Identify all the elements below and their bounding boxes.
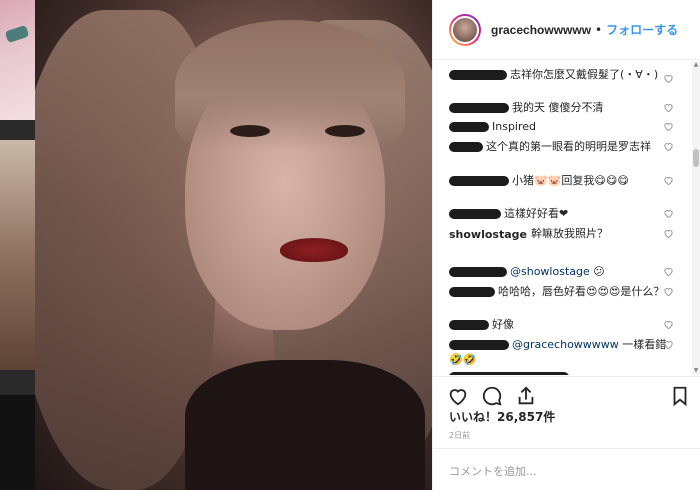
heart-icon[interactable]	[663, 121, 674, 132]
heart-icon[interactable]	[663, 228, 674, 239]
comment-scrollbar[interactable]: ▲ ▼	[692, 61, 700, 375]
heart-icon[interactable]	[447, 385, 469, 407]
comment-text: 小猪🐷🐷回复我😋😋😋	[512, 174, 629, 187]
redacted-username[interactable]	[449, 122, 489, 132]
comment-item: showlostage 幹嘛放我照片？	[449, 226, 677, 242]
heart-icon[interactable]	[663, 339, 674, 350]
comment-item: Inspired	[449, 119, 677, 134]
share-icon[interactable]	[515, 385, 537, 407]
scroll-thumb[interactable]	[693, 149, 699, 167]
comment-text: 这个真的第一眼看的明明是罗志祥	[486, 140, 651, 153]
backdrop-image-bottom	[0, 395, 35, 490]
heart-icon[interactable]	[663, 102, 674, 113]
follow-button[interactable]: フォローする	[606, 21, 678, 38]
add-comment-input[interactable]: コメントを追加...	[449, 463, 537, 479]
redacted-username[interactable]	[449, 320, 489, 330]
comment-text: 志祥你怎麼又戴假髮了(・∀・)	[510, 68, 659, 81]
comment-text: Inspired	[492, 120, 537, 133]
scroll-up-arrow[interactable]: ▲	[692, 61, 700, 69]
comment-list[interactable]: 志祥你怎麼又戴假髮了(・∀・) 我的天 傻傻分不清 Inspired 这个真的第…	[433, 61, 700, 375]
comment-text: 我的天 傻傻分不清	[512, 101, 604, 114]
comment-item: @showlostage 😕	[449, 264, 677, 279]
previous-post-backdrop	[0, 0, 35, 490]
comment-text: 幹嘛放我照片？	[531, 227, 608, 240]
heart-icon[interactable]	[663, 266, 674, 277]
backdrop-image-middle	[0, 140, 35, 370]
add-comment-bar: コメントを追加...	[433, 448, 700, 490]
redacted-username[interactable]	[449, 103, 509, 113]
post-username[interactable]: gracechowwwww	[491, 23, 591, 37]
comment-item: 小猪🐷🐷回复我😋😋😋	[449, 173, 677, 188]
backdrop-image-top	[0, 0, 35, 120]
heart-icon[interactable]	[663, 175, 674, 186]
comment-item: 哈哈哈，唇色好看😍😍😍是什么？	[449, 284, 677, 299]
bookmark-icon[interactable]	[669, 385, 691, 407]
redacted-username[interactable]	[449, 340, 509, 350]
redacted-username[interactable]	[449, 70, 507, 80]
redacted-username[interactable]	[449, 142, 483, 152]
scroll-down-arrow[interactable]: ▼	[692, 367, 700, 375]
comment-mention[interactable]: @showlostage	[510, 265, 590, 278]
comment-text: 😕	[593, 265, 605, 278]
comment-text: 這樣好好看❤	[504, 207, 569, 220]
redacted-username[interactable]	[449, 287, 495, 297]
comment-item: 好像	[449, 317, 677, 332]
heart-icon[interactable]	[663, 208, 674, 219]
comment-item: 這樣好好看❤	[449, 206, 677, 221]
comment-text: 好像	[492, 318, 514, 331]
redacted-username[interactable]	[449, 176, 509, 186]
post-timestamp: 2日前	[449, 431, 471, 440]
header-separator: •	[595, 22, 603, 37]
like-count[interactable]: いいね！26,857件	[449, 408, 555, 425]
comment-icon[interactable]	[481, 385, 503, 407]
comment-mention[interactable]: @gracechowwwww	[512, 338, 619, 351]
post-photo[interactable]	[35, 0, 432, 490]
comment-item: 我的天 傻傻分不清	[449, 100, 677, 115]
redacted-username[interactable]	[449, 209, 501, 219]
post-header: gracechowwwww • フォローする	[433, 0, 700, 60]
redacted-username[interactable]	[449, 372, 569, 375]
comment-item: @gracechowwwww 一樣看錯🤣🤣	[449, 337, 677, 367]
comment-item: 这个真的第一眼看的明明是罗志祥	[449, 139, 677, 154]
heart-icon[interactable]	[663, 141, 674, 152]
comment-username[interactable]: showlostage	[449, 227, 527, 242]
post-side-panel: gracechowwwww • フォローする 志祥你怎麼又戴假髮了(・∀・) 我…	[432, 0, 700, 490]
redacted-username[interactable]	[449, 267, 507, 277]
comment-item: 志祥你怎麼又戴假髮了(・∀・)	[449, 67, 677, 82]
avatar[interactable]	[449, 13, 481, 46]
comment-item-partial	[449, 369, 677, 375]
heart-icon[interactable]	[663, 73, 674, 84]
comment-text: 哈哈哈，唇色好看😍😍😍是什么？	[498, 285, 665, 298]
heart-icon[interactable]	[663, 319, 674, 330]
heart-icon[interactable]	[663, 286, 674, 297]
